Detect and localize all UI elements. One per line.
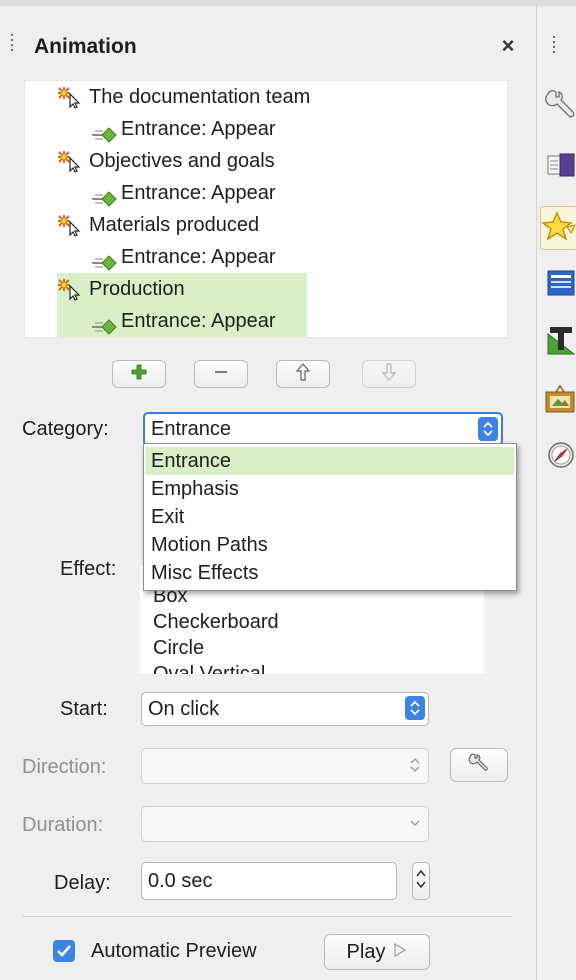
animation-object-label: Objectives and goals: [89, 150, 275, 172]
delay-label: Delay:: [54, 872, 111, 894]
category-combobox[interactable]: Entrance: [143, 412, 503, 446]
animation-effect-label: Entrance: Appear: [121, 246, 276, 268]
effect-label: Effect:: [60, 558, 117, 580]
animation-object-row-selected[interactable]: Production: [57, 273, 307, 305]
play-icon: [393, 941, 407, 964]
effect-options-button[interactable]: [450, 748, 508, 782]
master-slides-icon[interactable]: [546, 268, 575, 296]
automatic-preview-label: Automatic Preview: [91, 940, 257, 962]
category-option-misc-effects[interactable]: Misc Effects: [146, 559, 514, 587]
category-dropdown-menu[interactable]: Entrance Emphasis Exit Motion Paths Misc…: [143, 443, 517, 591]
play-label: Play: [346, 940, 386, 963]
category-option-exit[interactable]: Exit: [146, 503, 514, 531]
combobox-arrows-icon: [405, 696, 425, 720]
start-combobox[interactable]: On click: [141, 692, 429, 726]
chevron-down-icon: [406, 811, 424, 835]
effect-item[interactable]: Oval Vertical: [153, 660, 265, 674]
animation-object-row[interactable]: The documentation team: [57, 81, 497, 113]
entrance-effect-icon: [91, 185, 117, 207]
direction-combobox[interactable]: [141, 748, 429, 784]
duration-label: Duration:: [22, 814, 104, 836]
animation-list[interactable]: The documentation team Entrance: Appear …: [24, 80, 508, 338]
minus-icon: [213, 364, 229, 385]
category-label: Category:: [22, 418, 109, 440]
sidebar-menu-grip[interactable]: [553, 36, 556, 53]
stepper-arrows-icon: [415, 866, 427, 897]
entrance-effect-icon: [91, 249, 117, 271]
gallery-icon[interactable]: [544, 384, 575, 413]
delay-stepper[interactable]: [412, 862, 430, 900]
start-label: Start:: [60, 698, 108, 720]
animation-object-label: Production: [89, 278, 185, 300]
animation-object-row[interactable]: Materials produced: [57, 209, 497, 241]
entrance-effect-icon: [91, 121, 117, 143]
animation-effect-row-selected[interactable]: Entrance: Appear: [57, 305, 307, 337]
properties-icon[interactable]: [544, 88, 575, 118]
category-option-entrance[interactable]: Entrance: [146, 447, 514, 475]
panel-title: Animation: [34, 35, 137, 58]
arrow-up-icon: [295, 362, 311, 386]
animation-object-label: The documentation team: [89, 86, 311, 108]
move-up-button[interactable]: [276, 360, 330, 388]
animation-effect-row[interactable]: Entrance: Appear: [91, 177, 497, 209]
custom-animation-icon: [57, 85, 83, 109]
delay-field[interactable]: 0.0 sec: [141, 862, 397, 900]
custom-animation-icon: [57, 277, 83, 301]
plus-icon: [131, 364, 147, 385]
animation-effect-label: Entrance: Appear: [121, 182, 276, 204]
add-effect-button[interactable]: [112, 360, 166, 388]
direction-label: Direction:: [22, 756, 107, 778]
effect-item[interactable]: Circle: [153, 634, 204, 662]
effect-item[interactable]: Checkerboard: [153, 608, 279, 636]
start-value: On click: [148, 698, 220, 720]
animation-object-row[interactable]: Objectives and goals: [57, 145, 497, 177]
close-panel-button[interactable]: ×: [496, 34, 520, 58]
combobox-arrows-icon: [406, 753, 424, 777]
arrow-down-icon: [381, 362, 397, 386]
custom-animation-icon: [57, 213, 83, 237]
slide-transition-icon[interactable]: [546, 150, 575, 178]
panel-grip-handle[interactable]: [11, 34, 14, 51]
category-option-emphasis[interactable]: Emphasis: [146, 475, 514, 503]
animation-panel: Animation × The documentation team Entra…: [0, 0, 536, 980]
combobox-arrows-icon: [478, 417, 498, 441]
category-option-motion-paths[interactable]: Motion Paths: [146, 531, 514, 559]
play-button[interactable]: Play: [324, 934, 430, 970]
wrench-icon: [467, 753, 491, 778]
animation-effect-row[interactable]: Entrance: Appear: [91, 241, 497, 273]
styles-icon[interactable]: [546, 324, 576, 355]
category-value: Entrance: [151, 418, 232, 440]
delay-value: 0.0 sec: [148, 870, 213, 892]
animation-effect-label: Entrance: Appear: [121, 310, 276, 332]
checkmark-icon: [57, 945, 71, 957]
animation-object-label: Materials produced: [89, 214, 260, 236]
sidebar-tab-bar: [536, 0, 576, 980]
footer-divider: [22, 916, 512, 917]
entrance-effect-icon: [91, 313, 117, 335]
navigator-icon[interactable]: [546, 440, 574, 468]
custom-animation-icon: [57, 149, 83, 173]
remove-effect-button[interactable]: [194, 360, 248, 388]
animation-effect-row[interactable]: Entrance: Appear: [91, 113, 497, 145]
animation-icon[interactable]: [540, 206, 576, 250]
animation-effect-label: Entrance: Appear: [121, 118, 276, 140]
automatic-preview-checkbox[interactable]: [53, 940, 75, 962]
duration-combobox[interactable]: [141, 806, 429, 842]
move-down-button[interactable]: [362, 360, 416, 388]
